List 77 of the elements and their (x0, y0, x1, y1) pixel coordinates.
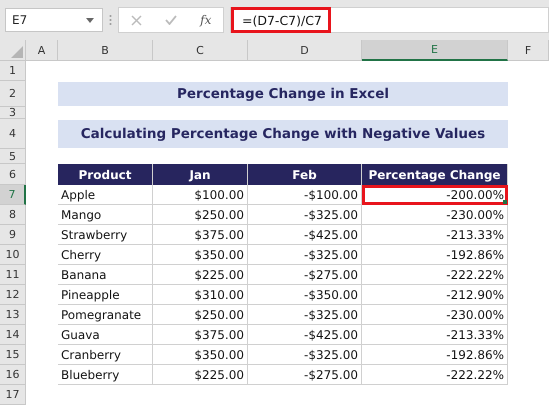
row-header[interactable]: 3 (0, 107, 26, 119)
row-header[interactable]: 7 (0, 185, 26, 205)
table-cell[interactable]: $225.00 (153, 265, 248, 285)
table-cell[interactable]: -212.90% (362, 285, 508, 305)
selected-cell[interactable]: -200.00% (362, 185, 508, 205)
table-cell[interactable]: Apple (58, 185, 153, 205)
column-header[interactable]: F (508, 40, 549, 61)
sheet-title: Calculating Percentage Change with Negative Values (58, 120, 508, 148)
table-cell[interactable]: $310.00 (153, 285, 248, 305)
dropdown-caret-icon[interactable] (86, 18, 94, 22)
table-cell[interactable]: -$350.00 (248, 285, 362, 305)
row-header[interactable]: 2 (0, 81, 26, 107)
table-cell[interactable]: -$325.00 (248, 305, 362, 325)
table-cell[interactable]: Pomegranate (58, 305, 153, 325)
row-header[interactable]: 15 (0, 345, 26, 365)
table-cell[interactable]: $350.00 (153, 345, 248, 365)
row-header[interactable]: 10 (0, 245, 26, 265)
table-cell[interactable]: Pineapple (58, 285, 153, 305)
sheet-title: Percentage Change in Excel (58, 82, 508, 106)
table-cell[interactable]: Cranberry (58, 345, 153, 365)
formula-field[interactable]: =(D7-C7)/C7 (231, 7, 331, 33)
table-cell[interactable]: $100.00 (153, 185, 248, 205)
table-header: Feb (248, 164, 362, 185)
name-box[interactable]: E7 (5, 8, 103, 32)
table-cell[interactable]: -$425.00 (248, 225, 362, 245)
table-cell[interactable]: -222.22% (362, 365, 508, 385)
row-header[interactable]: 8 (0, 205, 26, 225)
table-cell[interactable]: $350.00 (153, 245, 248, 265)
row-header[interactable]: 16 (0, 365, 26, 385)
table-header: Percentage Change (362, 164, 508, 185)
row-header[interactable]: 6 (0, 164, 26, 185)
row-header[interactable]: 9 (0, 225, 26, 245)
drag-handle-icon[interactable] (109, 14, 112, 26)
table-cell[interactable]: -$275.00 (248, 365, 362, 385)
table-cell[interactable]: $250.00 (153, 305, 248, 325)
row-header[interactable]: 11 (0, 265, 26, 285)
row-header[interactable]: 14 (0, 325, 26, 345)
insert-function-button[interactable]: fx (200, 13, 212, 27)
table-cell[interactable]: $375.00 (153, 325, 248, 345)
table-cell[interactable]: -230.00% (362, 205, 508, 225)
column-header[interactable]: C (153, 40, 248, 61)
table-cell[interactable]: -$100.00 (248, 185, 362, 205)
column-header[interactable]: B (58, 40, 153, 61)
table-cell[interactable]: $250.00 (153, 205, 248, 225)
table-cell[interactable]: Blueberry (58, 365, 153, 385)
table-cell[interactable]: -192.86% (362, 245, 508, 265)
table-cell[interactable]: -$275.00 (248, 265, 362, 285)
row-header[interactable]: 13 (0, 305, 26, 325)
column-header[interactable]: A (26, 40, 58, 61)
row-header[interactable]: 12 (0, 285, 26, 305)
check-icon[interactable] (164, 15, 177, 25)
table-cell[interactable]: -$325.00 (248, 205, 362, 225)
table-cell[interactable]: Guava (58, 325, 153, 345)
select-all-icon[interactable] (11, 46, 23, 58)
table-cell[interactable]: $225.00 (153, 365, 248, 385)
table-cell[interactable]: Strawberry (58, 225, 153, 245)
table-cell[interactable]: Banana (58, 265, 153, 285)
table-cell[interactable]: -213.33% (362, 225, 508, 245)
table-header: Product (58, 164, 153, 185)
table-cell[interactable]: -230.00% (362, 305, 508, 325)
row-header[interactable]: 1 (0, 61, 26, 81)
table-cell[interactable]: Cherry (58, 245, 153, 265)
table-cell[interactable]: -$425.00 (248, 325, 362, 345)
column-header[interactable]: D (248, 40, 362, 61)
table-cell[interactable]: -$325.00 (248, 245, 362, 265)
table-cell[interactable]: -213.33% (362, 325, 508, 345)
column-header[interactable]: E (362, 40, 508, 61)
table-cell[interactable]: -192.86% (362, 345, 508, 365)
cancel-icon[interactable] (130, 14, 142, 26)
table-cell[interactable]: Mango (58, 205, 153, 225)
table-cell[interactable]: -$325.00 (248, 345, 362, 365)
table-cell[interactable]: $375.00 (153, 225, 248, 245)
row-header[interactable]: 17 (0, 385, 26, 405)
row-header[interactable]: 4 (0, 119, 26, 149)
table-cell[interactable]: -222.22% (362, 265, 508, 285)
table-header: Jan (153, 164, 248, 185)
row-header[interactable]: 5 (0, 149, 26, 164)
